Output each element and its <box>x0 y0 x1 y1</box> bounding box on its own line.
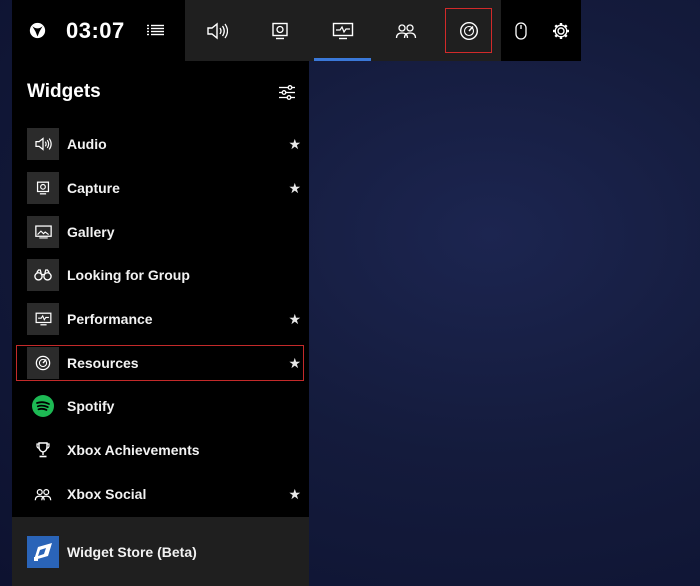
tools-segment <box>185 0 501 61</box>
right-segment <box>501 0 581 61</box>
capture-tool-button[interactable] <box>248 0 311 61</box>
widget-store-button[interactable]: Widget Store (Beta) <box>12 517 309 586</box>
speaker-icon <box>27 128 59 160</box>
widget-label: Looking for Group <box>67 267 190 283</box>
settings-button[interactable] <box>541 0 581 61</box>
widget-label: Gallery <box>67 224 115 240</box>
widget-store-label: Widget Store (Beta) <box>67 543 197 560</box>
favorite-star-icon[interactable]: ★ <box>288 311 301 328</box>
gear-icon <box>552 22 570 40</box>
widget-label: Spotify <box>67 398 115 414</box>
game-bar-topbar: 03:07 <box>12 0 581 61</box>
favorite-star-icon[interactable]: ★ <box>288 180 301 197</box>
widgets-panel: Widgets Audio ★ Capture ★ Gallery Lookin… <box>12 61 309 517</box>
widgets-header: Widgets <box>12 61 309 123</box>
gauge-icon <box>459 21 479 41</box>
trophy-icon <box>27 434 59 466</box>
xbox-logo-icon[interactable] <box>28 22 46 40</box>
widget-label: Capture <box>67 180 120 196</box>
widget-label: Resources <box>67 355 139 371</box>
binoculars-icon <box>27 259 59 291</box>
widget-item-xbox-achievements[interactable]: Xbox Achievements <box>27 433 301 467</box>
widget-label: Xbox Achievements <box>67 442 200 458</box>
widget-item-capture[interactable]: Capture ★ <box>27 171 301 205</box>
widget-item-looking-for-group[interactable]: Looking for Group <box>27 258 301 292</box>
people-icon <box>395 23 417 39</box>
widget-label: Performance <box>67 311 153 327</box>
gallery-icon <box>27 216 59 248</box>
performance-icon <box>332 22 354 40</box>
widget-item-resources[interactable]: Resources ★ <box>16 345 304 381</box>
widget-item-spotify[interactable]: Spotify <box>27 389 301 423</box>
people-icon <box>27 478 59 510</box>
panel-title: Widgets <box>27 81 101 102</box>
favorite-star-icon[interactable]: ★ <box>288 355 301 372</box>
clock: 03:07 <box>66 17 125 43</box>
gauge-icon <box>27 347 59 379</box>
capture-icon <box>27 172 59 204</box>
audio-tool-button[interactable] <box>185 0 248 61</box>
store-icon <box>27 535 59 568</box>
favorite-star-icon[interactable]: ★ <box>288 486 301 503</box>
widget-label: Audio <box>67 136 107 152</box>
widget-menu-icon[interactable] <box>146 22 165 40</box>
social-tool-button[interactable] <box>374 0 437 61</box>
widget-item-performance[interactable]: Performance ★ <box>27 302 301 336</box>
spotify-icon <box>27 390 59 422</box>
mouse-button[interactable] <box>501 0 541 61</box>
widget-label: Xbox Social <box>67 486 147 502</box>
speaker-icon <box>206 22 228 40</box>
widget-item-gallery[interactable]: Gallery <box>27 215 301 249</box>
home-segment: 03:07 <box>12 0 185 61</box>
favorite-star-icon[interactable]: ★ <box>288 136 301 153</box>
resources-tool-button[interactable] <box>437 0 500 61</box>
performance-tool-button[interactable] <box>311 0 374 61</box>
widget-item-audio[interactable]: Audio ★ <box>27 127 301 161</box>
performance-icon <box>27 303 59 335</box>
widget-item-xbox-social[interactable]: Xbox Social ★ <box>27 477 301 511</box>
mouse-icon <box>515 21 527 40</box>
capture-icon <box>271 22 289 40</box>
filter-settings-icon[interactable] <box>279 84 295 100</box>
